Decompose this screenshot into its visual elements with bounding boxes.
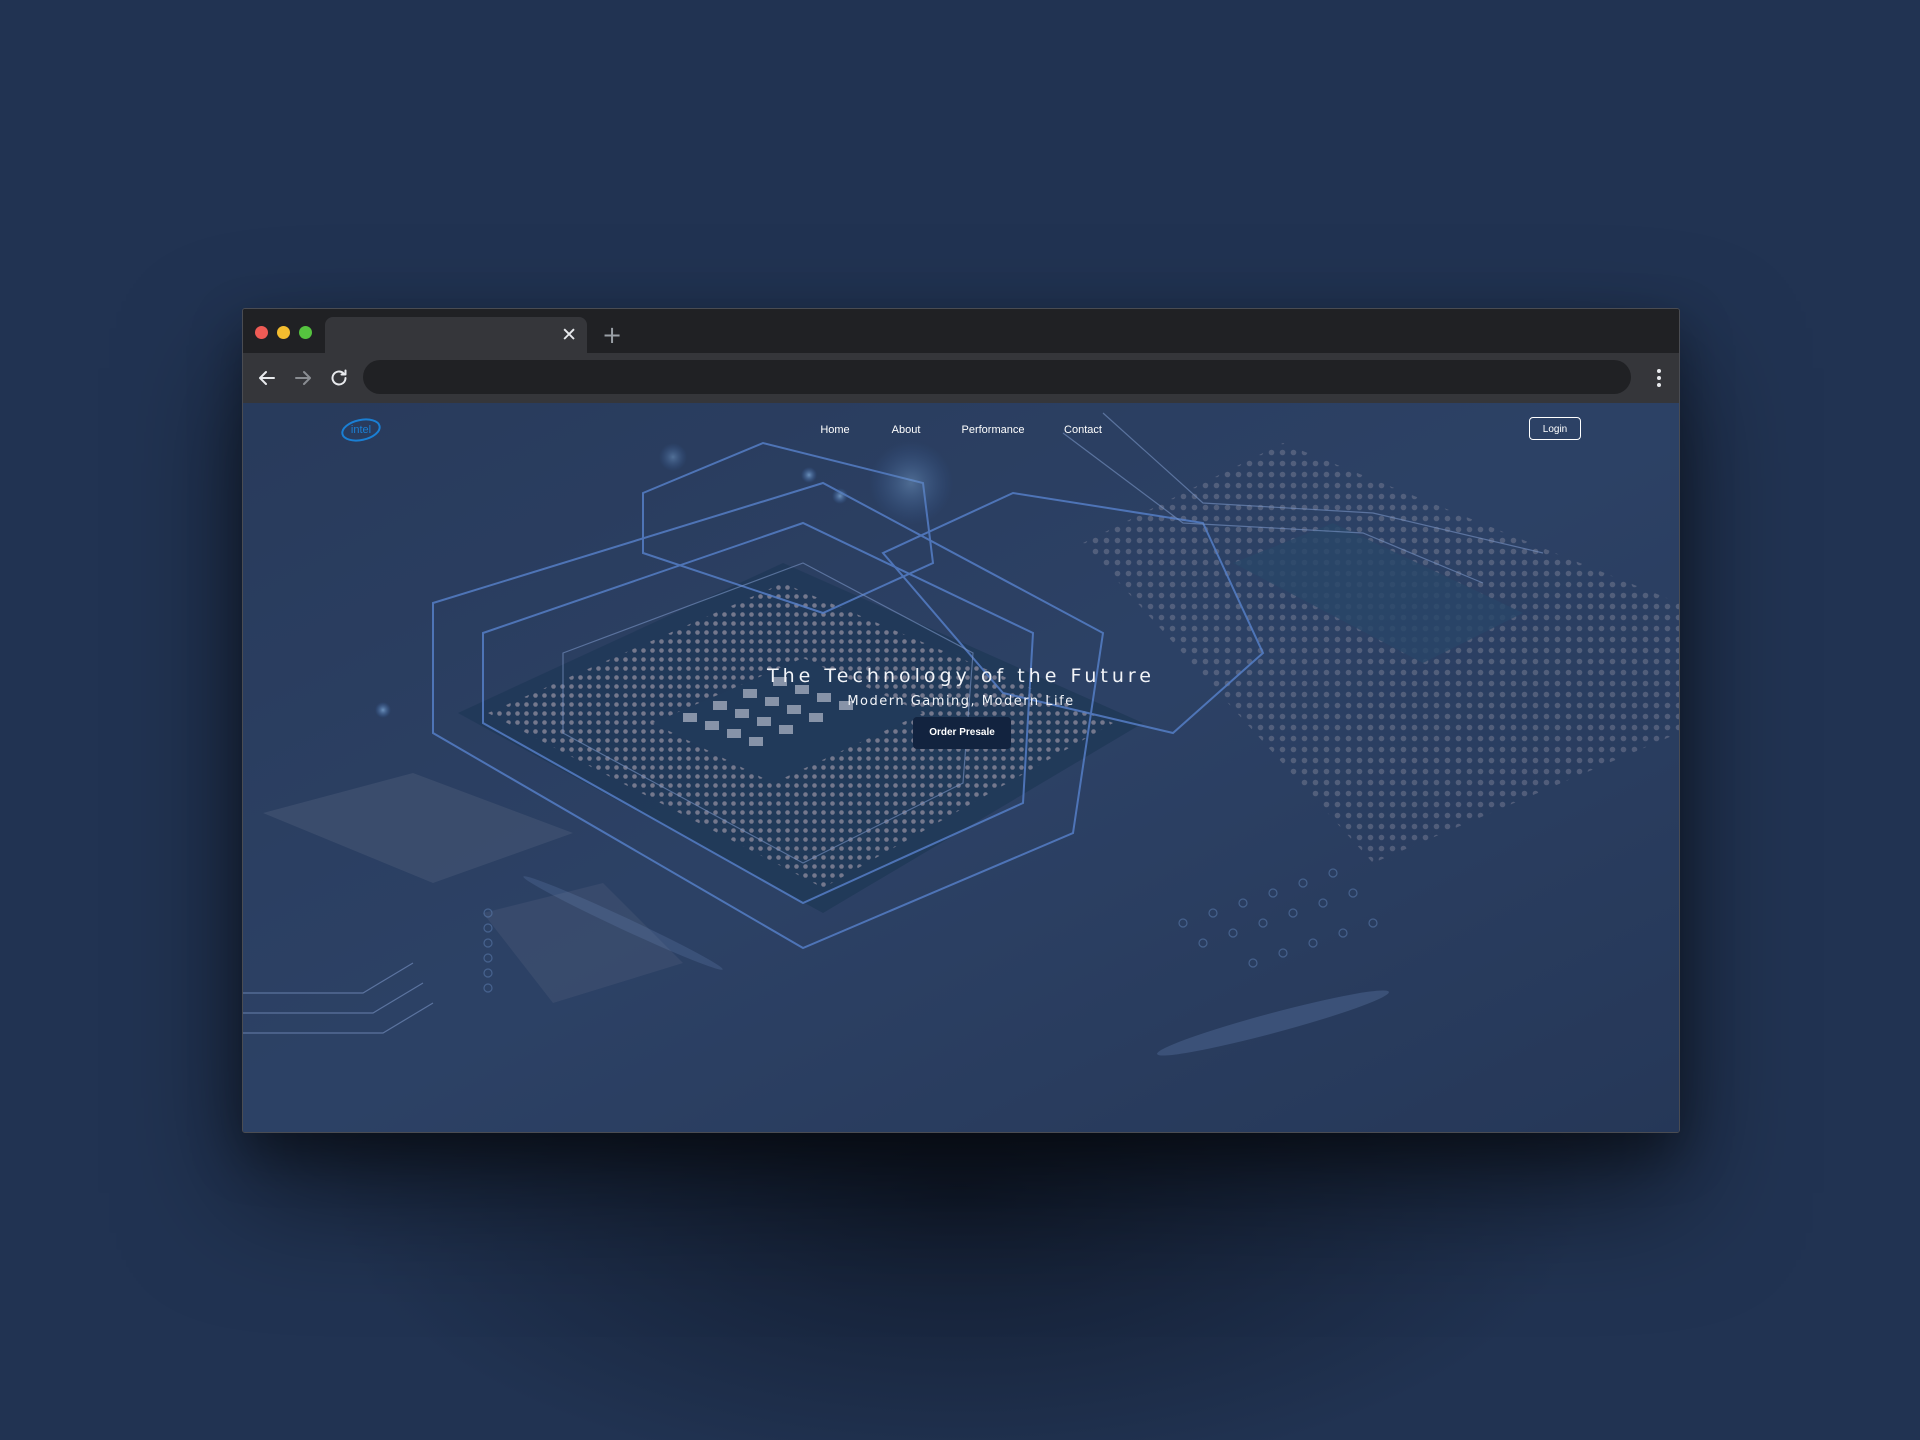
nav-contact[interactable]: Contact <box>1064 424 1102 436</box>
nav-performance[interactable]: Performance <box>962 424 1025 436</box>
browser-tab[interactable]: ✕ <box>325 317 587 353</box>
arrow-left-icon[interactable] <box>255 366 279 390</box>
nav-home[interactable]: Home <box>820 424 849 436</box>
arrow-right-icon[interactable] <box>291 366 315 390</box>
more-vertical-icon[interactable] <box>1655 366 1663 390</box>
plus-icon[interactable]: + <box>602 323 622 347</box>
title-bar: ✕ + <box>243 309 1679 353</box>
address-bar[interactable] <box>363 360 1631 394</box>
login-button[interactable]: Login <box>1529 417 1581 440</box>
page-viewport: intel Home About Performance Contact Log… <box>243 403 1679 1132</box>
nav-about[interactable]: About <box>892 424 921 436</box>
browser-window: ✕ + intel Home About Performance Contact… <box>242 308 1680 1133</box>
maximize-window-button[interactable] <box>299 326 312 339</box>
hero-title: The Technology of the Future <box>767 665 1155 687</box>
browser-toolbar <box>243 353 1679 403</box>
hero-overlay <box>243 403 1679 1132</box>
close-window-button[interactable] <box>255 326 268 339</box>
close-icon[interactable]: ✕ <box>561 323 577 347</box>
minimize-window-button[interactable] <box>277 326 290 339</box>
site-nav: Home About Performance Contact <box>243 424 1679 444</box>
order-presale-button[interactable]: Order Presale <box>913 717 1011 749</box>
reload-icon[interactable] <box>327 366 351 390</box>
hero-subtitle: Modern Gaming, Modern Life <box>847 694 1075 709</box>
